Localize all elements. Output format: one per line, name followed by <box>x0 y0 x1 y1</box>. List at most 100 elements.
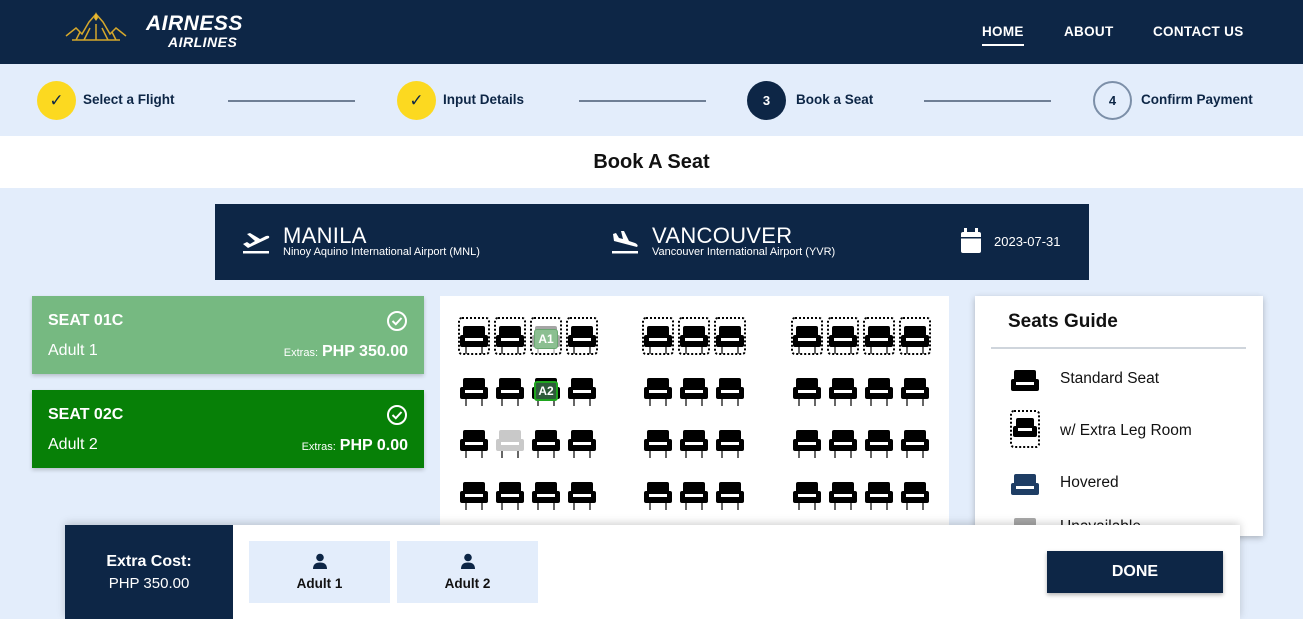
extra-legroom-seat[interactable] <box>494 317 526 355</box>
seat-icon <box>829 482 857 510</box>
selected-seat-a1[interactable]: A1 <box>530 317 562 355</box>
seat[interactable] <box>863 369 895 407</box>
extra-legroom-seat[interactable] <box>566 317 598 355</box>
extra-legroom-seat[interactable] <box>791 317 823 355</box>
seat[interactable] <box>494 473 526 511</box>
nav-home[interactable]: HOME <box>982 24 1024 46</box>
seats-guide-panel: Seats Guide Standard Seat w/ Extra Leg R… <box>975 296 1263 539</box>
seat-icon <box>680 430 708 458</box>
progress-stepper: ✓ Select a Flight ✓ Input Details 3 Book… <box>0 64 1303 136</box>
seat-icon <box>716 378 744 406</box>
page-title: Book A Seat <box>593 151 710 173</box>
seat-icon <box>460 430 488 458</box>
seat-icon <box>568 326 596 354</box>
extra-legroom-seat[interactable] <box>642 317 674 355</box>
seat[interactable] <box>899 421 931 459</box>
extra-legroom-seat[interactable] <box>678 317 710 355</box>
origin-airport: Ninoy Aquino International Airport (MNL) <box>283 246 480 258</box>
seat[interactable] <box>827 421 859 459</box>
seat-number: SEAT 01C <box>48 312 124 329</box>
seat[interactable] <box>791 421 823 459</box>
calendar-icon <box>960 228 982 259</box>
selected-seat-a2[interactable]: A2 <box>530 369 562 407</box>
selected-seat-card[interactable]: SEAT 02C Adult 2 Extras: PHP 0.00 <box>32 390 424 468</box>
seat-number: SEAT 02C <box>48 406 124 423</box>
seat[interactable] <box>566 369 598 407</box>
seat-icon <box>865 378 893 406</box>
seat-tag-a2: A2 <box>534 381 558 401</box>
seat-icon <box>793 326 821 354</box>
seat-icon <box>865 430 893 458</box>
seat[interactable] <box>678 473 710 511</box>
extra-legroom-seat[interactable] <box>458 317 490 355</box>
seat[interactable] <box>827 369 859 407</box>
done-button[interactable]: DONE <box>1047 551 1223 593</box>
seat-icon <box>793 378 821 406</box>
brand-name[interactable]: AIRNESS AIRLINES <box>146 12 243 50</box>
step-connector <box>228 100 355 102</box>
seat-icon <box>460 378 488 406</box>
seat[interactable] <box>714 473 746 511</box>
seat-icon <box>568 482 596 510</box>
selected-seat-card[interactable]: SEAT 01C Adult 1 Extras: PHP 350.00 <box>32 296 424 374</box>
seat-icon <box>716 482 744 510</box>
seat-icon <box>496 482 524 510</box>
seat[interactable] <box>791 369 823 407</box>
step-4-label: Confirm Payment <box>1141 92 1253 107</box>
nav-contact-us[interactable]: CONTACT US <box>1153 24 1244 39</box>
seat-icon <box>680 378 708 406</box>
extras-label: Extras: <box>283 347 318 359</box>
passenger-tab-adult-2[interactable]: Adult 2 <box>397 541 538 603</box>
seat[interactable] <box>530 421 562 459</box>
bottom-summary-bar: Extra Cost: PHP 350.00 Adult 1 Adult 2 D… <box>65 525 1240 619</box>
seat[interactable] <box>642 421 674 459</box>
seat[interactable] <box>863 421 895 459</box>
seat[interactable] <box>458 369 490 407</box>
seat[interactable] <box>827 473 859 511</box>
seat-icon <box>829 326 857 354</box>
passenger-label: Adult 1 <box>48 342 98 359</box>
seat[interactable] <box>642 369 674 407</box>
crown-logo-icon[interactable] <box>62 10 130 50</box>
nav-about[interactable]: ABOUT <box>1064 24 1114 39</box>
seat-icon <box>496 378 524 406</box>
brand-line-1: AIRNESS <box>146 12 243 35</box>
seat[interactable] <box>530 473 562 511</box>
check-circle-icon <box>386 404 408 431</box>
seat[interactable] <box>642 473 674 511</box>
seat[interactable] <box>714 369 746 407</box>
seat-icon <box>568 378 596 406</box>
check-circle-icon <box>386 310 408 337</box>
seat-icon <box>829 378 857 406</box>
passenger-tab-adult-1[interactable]: Adult 1 <box>249 541 390 603</box>
extra-cost-label: Extra Cost: <box>106 553 192 570</box>
passenger-tab-label: Adult 2 <box>444 576 491 591</box>
user-icon <box>312 553 327 569</box>
flight-date: 2023-07-31 <box>994 234 1061 249</box>
seat[interactable] <box>899 473 931 511</box>
seat[interactable] <box>566 421 598 459</box>
seat[interactable] <box>678 369 710 407</box>
seat-map: A1 A2 <box>440 296 949 536</box>
seat[interactable] <box>899 369 931 407</box>
seat[interactable] <box>458 421 490 459</box>
step-1-check-icon: ✓ <box>37 81 76 120</box>
extra-legroom-seat[interactable] <box>714 317 746 355</box>
seat[interactable] <box>791 473 823 511</box>
route-banner: MANILA Ninoy Aquino International Airpor… <box>215 204 1089 280</box>
seat[interactable] <box>566 473 598 511</box>
seat-icon <box>644 430 672 458</box>
step-connector <box>579 100 706 102</box>
seat-icon <box>644 378 672 406</box>
seat[interactable] <box>458 473 490 511</box>
header: AIRNESS AIRLINES HOME ABOUT CONTACT US <box>0 0 1303 64</box>
extra-legroom-seat[interactable] <box>863 317 895 355</box>
seat[interactable] <box>714 421 746 459</box>
extra-legroom-seat[interactable] <box>899 317 931 355</box>
seat[interactable] <box>678 421 710 459</box>
step-3-number: 3 <box>747 81 786 120</box>
origin-city: MANILA <box>283 223 367 248</box>
seat[interactable] <box>494 369 526 407</box>
seat[interactable] <box>863 473 895 511</box>
extra-legroom-seat[interactable] <box>827 317 859 355</box>
